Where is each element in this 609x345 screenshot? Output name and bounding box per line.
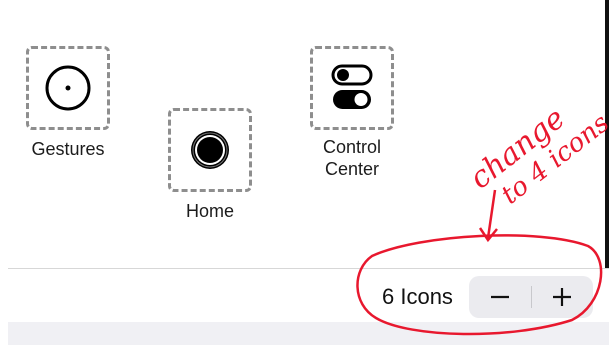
gestures-label: Gestures — [31, 139, 105, 159]
home-icon — [191, 131, 229, 169]
icon-count-label: 6 Icons — [382, 284, 453, 309]
control-center-label: Control Center — [322, 137, 382, 179]
annotation-text-line1: change — [463, 101, 571, 196]
home-tile[interactable] — [168, 108, 252, 192]
annotation-text-line2: to 4 icons — [496, 108, 609, 210]
icon-count-stepper[interactable] — [469, 276, 593, 318]
minus-icon — [490, 295, 509, 299]
panel-edge — [605, 0, 609, 268]
increment-button[interactable] — [532, 276, 594, 318]
home-label: Home — [185, 201, 234, 221]
plus-icon — [553, 288, 572, 306]
control-center-icon — [331, 64, 373, 109]
decrement-button[interactable] — [469, 276, 531, 318]
bottom-band — [8, 322, 609, 345]
annotation-arrow — [486, 189, 497, 239]
gestures-icon — [45, 65, 91, 111]
control-center-tile[interactable] — [310, 46, 394, 130]
divider — [8, 268, 609, 269]
gestures-tile[interactable] — [26, 46, 110, 130]
